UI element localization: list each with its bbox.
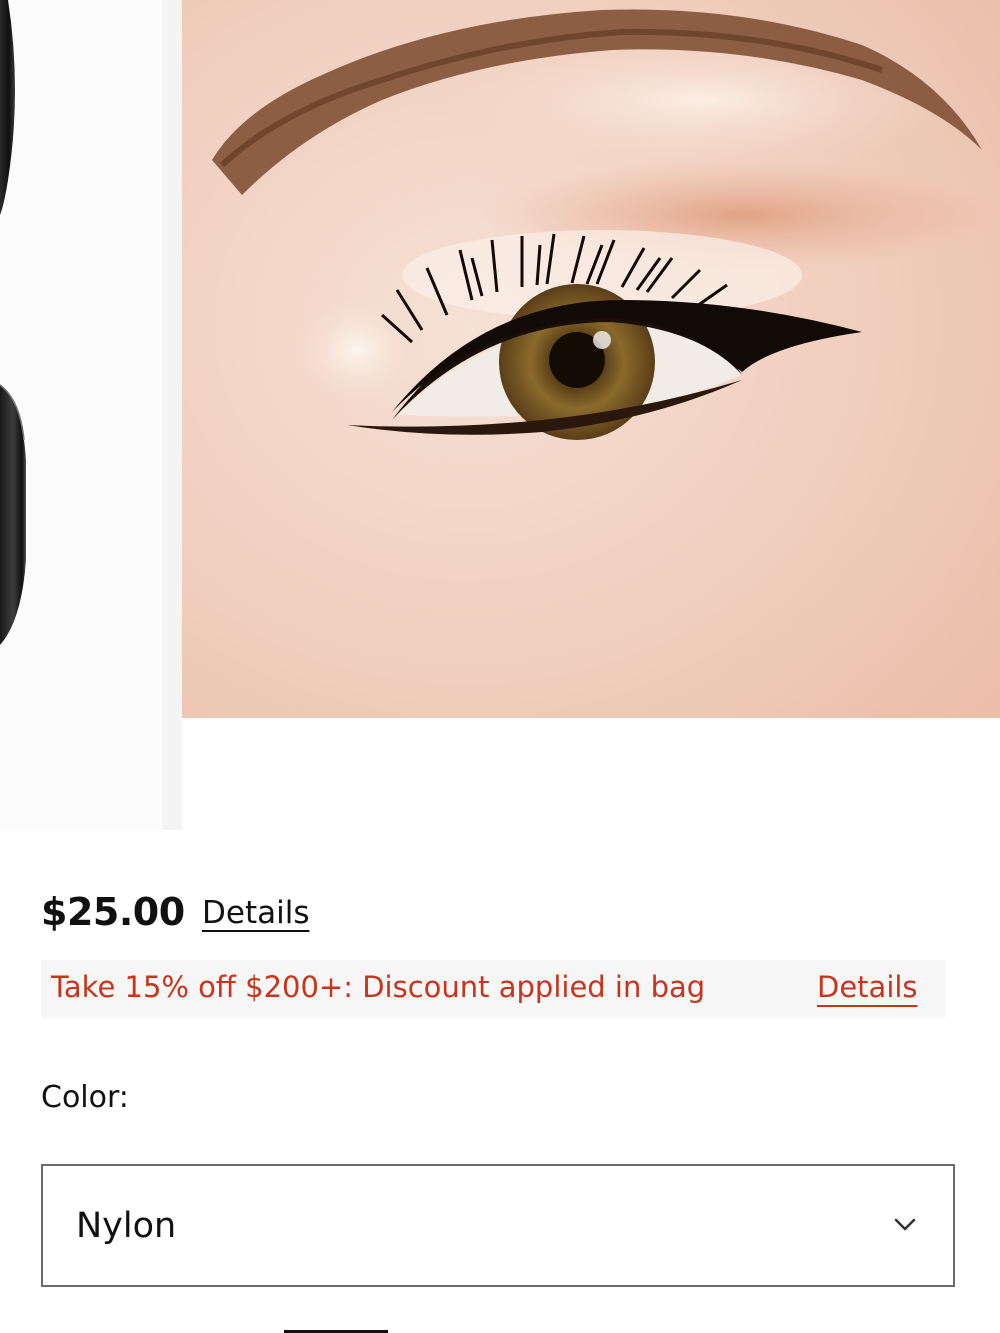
color-dropdown[interactable]: Nylon [41, 1164, 955, 1287]
color-selected-value: Nylon [76, 1206, 177, 1246]
product-thumbnail[interactable] [0, 0, 162, 830]
product-price: $25.00 [41, 890, 185, 934]
model-eye-illustration [182, 0, 1000, 718]
product-image-gallery [0, 0, 1000, 830]
color-label: Color: [41, 1080, 129, 1115]
chevron-down-icon [894, 1218, 916, 1231]
eyeliner-pot-image [0, 0, 162, 830]
promo-details-link[interactable]: Details [817, 970, 918, 1004]
promo-text: Take 15% off $200+: Discount applied in … [51, 970, 706, 1004]
price-details-link[interactable]: Details [202, 895, 309, 931]
image-padding [182, 718, 1000, 830]
gallery-divider [162, 0, 182, 830]
eye-makeup-model-image[interactable] [182, 0, 1000, 718]
promo-banner: Take 15% off $200+: Discount applied in … [41, 960, 945, 1018]
